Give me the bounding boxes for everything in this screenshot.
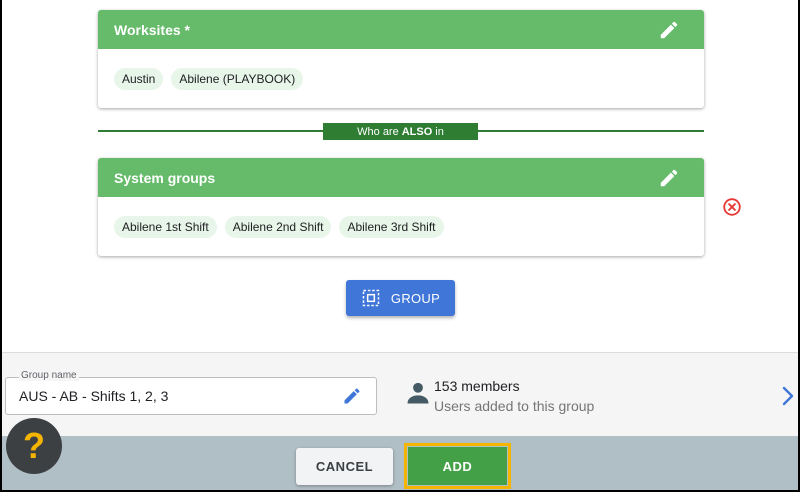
system-groups-title: System groups [114,169,216,186]
divider-suffix: in [435,125,444,138]
worksites-chip-list: Austin Abilene (PLAYBOOK) [98,49,704,108]
cancel-button[interactable]: CANCEL [296,448,393,485]
worksites-title: Worksites * [114,21,190,38]
app-frame: Worksites * Austin Abilene (PLAYBOOK) Wh… [2,0,798,490]
system-group-chip: Abilene 2nd Shift [224,215,332,238]
pencil-icon[interactable] [342,386,362,406]
members-summary[interactable]: 153 members Users added to this group [404,377,774,417]
pencil-icon[interactable] [658,167,680,189]
close-circle-icon[interactable] [721,196,743,218]
group-name-label: Group name [19,370,79,381]
system-group-chip: Abilene 3rd Shift [339,215,444,238]
system-groups-header: System groups [98,158,704,197]
add-group-button[interactable]: GROUP [346,280,455,316]
worksite-chip: Abilene (PLAYBOOK) [171,67,304,90]
divider-emphasis: ALSO [401,125,433,138]
pencil-icon[interactable] [658,19,680,41]
group-info-panel: AUS - AB - Shifts 1, 2, 3 Group name 153… [2,352,798,436]
help-button[interactable]: ? [6,418,62,474]
system-groups-card: System groups Abilene 1st Shift Abilene … [98,158,704,256]
select-group-icon [362,289,380,307]
chevron-right-icon[interactable] [782,386,794,406]
group-button-label: GROUP [390,290,441,306]
worksite-chip: Austin [114,67,164,90]
members-subtitle: Users added to this group [434,398,595,414]
help-question-icon: ? [23,425,45,466]
system-group-chip: Abilene 1st Shift [114,215,217,238]
worksites-header: Worksites * [98,10,704,49]
group-name-field[interactable]: AUS - AB - Shifts 1, 2, 3 [5,377,377,415]
add-button[interactable]: ADD [408,447,507,485]
members-count: 153 members [434,378,520,394]
divider-label: Who are ALSO in [323,123,478,140]
worksites-card: Worksites * Austin Abilene (PLAYBOOK) [98,10,704,108]
group-name-value[interactable]: AUS - AB - Shifts 1, 2, 3 [19,388,168,404]
action-bar: CANCEL ADD [2,436,798,490]
system-groups-chip-list: Abilene 1st Shift Abilene 2nd Shift Abil… [98,197,704,256]
person-icon [407,382,429,404]
divider-prefix: Who are [357,125,399,138]
